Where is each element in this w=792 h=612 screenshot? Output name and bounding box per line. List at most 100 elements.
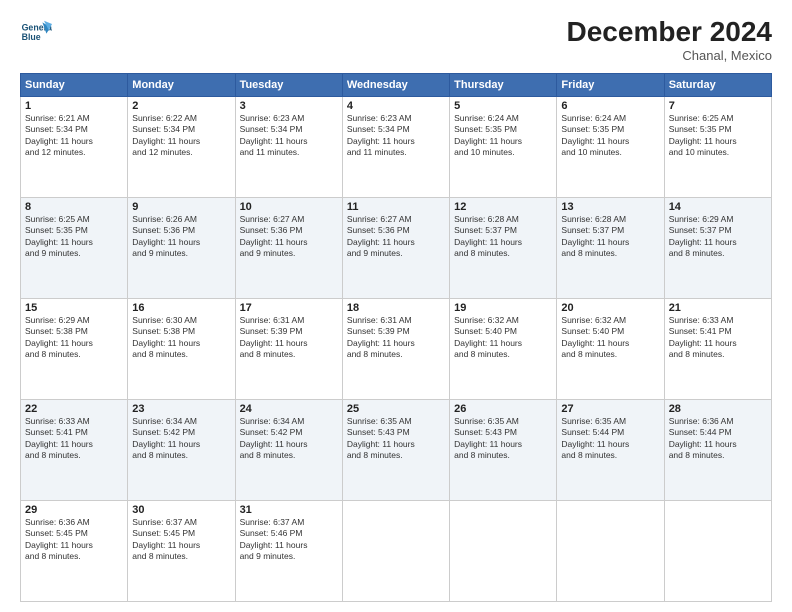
calendar-cell: 1Sunrise: 6:21 AM Sunset: 5:34 PM Daylig… [21, 97, 128, 198]
calendar-cell: 4Sunrise: 6:23 AM Sunset: 5:34 PM Daylig… [342, 97, 449, 198]
calendar-cell: 27Sunrise: 6:35 AM Sunset: 5:44 PM Dayli… [557, 400, 664, 501]
calendar-cell: 19Sunrise: 6:32 AM Sunset: 5:40 PM Dayli… [450, 299, 557, 400]
day-info: Sunrise: 6:21 AM Sunset: 5:34 PM Dayligh… [25, 113, 123, 159]
calendar-cell [450, 501, 557, 602]
day-info: Sunrise: 6:34 AM Sunset: 5:42 PM Dayligh… [240, 416, 338, 462]
day-info: Sunrise: 6:28 AM Sunset: 5:37 PM Dayligh… [454, 214, 552, 260]
calendar-cell [664, 501, 771, 602]
day-info: Sunrise: 6:29 AM Sunset: 5:37 PM Dayligh… [669, 214, 767, 260]
calendar-cell [557, 501, 664, 602]
day-info: Sunrise: 6:37 AM Sunset: 5:45 PM Dayligh… [132, 517, 230, 563]
day-number: 4 [347, 100, 445, 112]
day-info: Sunrise: 6:30 AM Sunset: 5:38 PM Dayligh… [132, 315, 230, 361]
col-header-monday: Monday [128, 74, 235, 97]
calendar-cell: 21Sunrise: 6:33 AM Sunset: 5:41 PM Dayli… [664, 299, 771, 400]
day-number: 11 [347, 201, 445, 213]
day-info: Sunrise: 6:34 AM Sunset: 5:42 PM Dayligh… [132, 416, 230, 462]
day-number: 5 [454, 100, 552, 112]
day-number: 1 [25, 100, 123, 112]
page: General Blue December 2024 Chanal, Mexic… [0, 0, 792, 612]
day-info: Sunrise: 6:27 AM Sunset: 5:36 PM Dayligh… [240, 214, 338, 260]
col-header-wednesday: Wednesday [342, 74, 449, 97]
day-info: Sunrise: 6:32 AM Sunset: 5:40 PM Dayligh… [561, 315, 659, 361]
calendar-cell: 7Sunrise: 6:25 AM Sunset: 5:35 PM Daylig… [664, 97, 771, 198]
calendar-cell: 20Sunrise: 6:32 AM Sunset: 5:40 PM Dayli… [557, 299, 664, 400]
calendar-cell: 13Sunrise: 6:28 AM Sunset: 5:37 PM Dayli… [557, 198, 664, 299]
col-header-sunday: Sunday [21, 74, 128, 97]
day-info: Sunrise: 6:29 AM Sunset: 5:38 PM Dayligh… [25, 315, 123, 361]
day-number: 14 [669, 201, 767, 213]
logo: General Blue [20, 16, 52, 48]
calendar-cell: 26Sunrise: 6:35 AM Sunset: 5:43 PM Dayli… [450, 400, 557, 501]
calendar-cell: 16Sunrise: 6:30 AM Sunset: 5:38 PM Dayli… [128, 299, 235, 400]
day-number: 30 [132, 504, 230, 516]
day-number: 18 [347, 302, 445, 314]
calendar-cell: 23Sunrise: 6:34 AM Sunset: 5:42 PM Dayli… [128, 400, 235, 501]
day-number: 17 [240, 302, 338, 314]
day-number: 9 [132, 201, 230, 213]
calendar-cell: 9Sunrise: 6:26 AM Sunset: 5:36 PM Daylig… [128, 198, 235, 299]
calendar-cell: 18Sunrise: 6:31 AM Sunset: 5:39 PM Dayli… [342, 299, 449, 400]
day-number: 28 [669, 403, 767, 415]
day-number: 29 [25, 504, 123, 516]
day-info: Sunrise: 6:27 AM Sunset: 5:36 PM Dayligh… [347, 214, 445, 260]
calendar-cell: 28Sunrise: 6:36 AM Sunset: 5:44 PM Dayli… [664, 400, 771, 501]
day-number: 20 [561, 302, 659, 314]
day-number: 12 [454, 201, 552, 213]
header: General Blue December 2024 Chanal, Mexic… [20, 16, 772, 63]
calendar-cell: 11Sunrise: 6:27 AM Sunset: 5:36 PM Dayli… [342, 198, 449, 299]
day-info: Sunrise: 6:26 AM Sunset: 5:36 PM Dayligh… [132, 214, 230, 260]
day-number: 3 [240, 100, 338, 112]
day-number: 24 [240, 403, 338, 415]
day-number: 10 [240, 201, 338, 213]
day-number: 31 [240, 504, 338, 516]
calendar-cell: 22Sunrise: 6:33 AM Sunset: 5:41 PM Dayli… [21, 400, 128, 501]
day-number: 22 [25, 403, 123, 415]
location: Chanal, Mexico [567, 48, 772, 63]
day-info: Sunrise: 6:24 AM Sunset: 5:35 PM Dayligh… [561, 113, 659, 159]
day-info: Sunrise: 6:23 AM Sunset: 5:34 PM Dayligh… [240, 113, 338, 159]
calendar-cell: 5Sunrise: 6:24 AM Sunset: 5:35 PM Daylig… [450, 97, 557, 198]
day-info: Sunrise: 6:23 AM Sunset: 5:34 PM Dayligh… [347, 113, 445, 159]
day-number: 6 [561, 100, 659, 112]
day-info: Sunrise: 6:33 AM Sunset: 5:41 PM Dayligh… [669, 315, 767, 361]
day-number: 2 [132, 100, 230, 112]
col-header-tuesday: Tuesday [235, 74, 342, 97]
day-number: 7 [669, 100, 767, 112]
day-number: 13 [561, 201, 659, 213]
day-number: 27 [561, 403, 659, 415]
calendar-cell [342, 501, 449, 602]
day-info: Sunrise: 6:36 AM Sunset: 5:45 PM Dayligh… [25, 517, 123, 563]
day-info: Sunrise: 6:35 AM Sunset: 5:43 PM Dayligh… [454, 416, 552, 462]
day-info: Sunrise: 6:36 AM Sunset: 5:44 PM Dayligh… [669, 416, 767, 462]
calendar-table: SundayMondayTuesdayWednesdayThursdayFrid… [20, 73, 772, 602]
day-info: Sunrise: 6:25 AM Sunset: 5:35 PM Dayligh… [669, 113, 767, 159]
day-number: 25 [347, 403, 445, 415]
month-title: December 2024 [567, 16, 772, 48]
calendar-cell: 14Sunrise: 6:29 AM Sunset: 5:37 PM Dayli… [664, 198, 771, 299]
calendar-cell: 15Sunrise: 6:29 AM Sunset: 5:38 PM Dayli… [21, 299, 128, 400]
col-header-thursday: Thursday [450, 74, 557, 97]
day-number: 15 [25, 302, 123, 314]
col-header-saturday: Saturday [664, 74, 771, 97]
calendar-cell: 6Sunrise: 6:24 AM Sunset: 5:35 PM Daylig… [557, 97, 664, 198]
logo-icon: General Blue [20, 16, 52, 48]
day-info: Sunrise: 6:28 AM Sunset: 5:37 PM Dayligh… [561, 214, 659, 260]
col-header-friday: Friday [557, 74, 664, 97]
day-number: 21 [669, 302, 767, 314]
day-info: Sunrise: 6:32 AM Sunset: 5:40 PM Dayligh… [454, 315, 552, 361]
day-info: Sunrise: 6:25 AM Sunset: 5:35 PM Dayligh… [25, 214, 123, 260]
calendar-cell: 25Sunrise: 6:35 AM Sunset: 5:43 PM Dayli… [342, 400, 449, 501]
calendar-cell: 31Sunrise: 6:37 AM Sunset: 5:46 PM Dayli… [235, 501, 342, 602]
day-info: Sunrise: 6:35 AM Sunset: 5:43 PM Dayligh… [347, 416, 445, 462]
day-info: Sunrise: 6:22 AM Sunset: 5:34 PM Dayligh… [132, 113, 230, 159]
calendar-cell: 17Sunrise: 6:31 AM Sunset: 5:39 PM Dayli… [235, 299, 342, 400]
title-block: December 2024 Chanal, Mexico [567, 16, 772, 63]
day-info: Sunrise: 6:31 AM Sunset: 5:39 PM Dayligh… [240, 315, 338, 361]
calendar-cell: 29Sunrise: 6:36 AM Sunset: 5:45 PM Dayli… [21, 501, 128, 602]
day-number: 16 [132, 302, 230, 314]
day-info: Sunrise: 6:37 AM Sunset: 5:46 PM Dayligh… [240, 517, 338, 563]
day-info: Sunrise: 6:33 AM Sunset: 5:41 PM Dayligh… [25, 416, 123, 462]
calendar-cell: 12Sunrise: 6:28 AM Sunset: 5:37 PM Dayli… [450, 198, 557, 299]
day-info: Sunrise: 6:31 AM Sunset: 5:39 PM Dayligh… [347, 315, 445, 361]
